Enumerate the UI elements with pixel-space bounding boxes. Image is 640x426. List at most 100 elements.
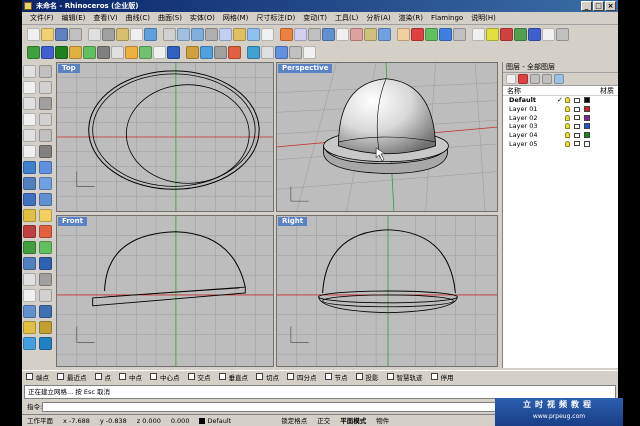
osnap-option[interactable]: 中点 bbox=[119, 372, 142, 382]
layer-color-swatch[interactable] bbox=[584, 140, 590, 147]
main-tool-icon-11[interactable] bbox=[186, 46, 199, 59]
layer-color-swatch[interactable] bbox=[584, 97, 590, 104]
standard-tool-icon-18[interactable] bbox=[294, 28, 307, 41]
left-tool-icon-6[interactable] bbox=[23, 113, 36, 126]
main-tool-icon-10[interactable] bbox=[167, 46, 180, 59]
standard-tool-icon-13[interactable] bbox=[219, 28, 232, 41]
left-tool-icon-32[interactable] bbox=[23, 321, 36, 334]
standard-tool-icon-26[interactable] bbox=[411, 28, 424, 41]
main-tool-icon-2[interactable] bbox=[55, 46, 68, 59]
viewport-title-top[interactable]: Top bbox=[58, 64, 80, 73]
standard-tool-icon-8[interactable] bbox=[144, 28, 157, 41]
main-tool-icon-5[interactable] bbox=[97, 46, 110, 59]
standard-tool-icon-1[interactable] bbox=[41, 28, 54, 41]
left-tool-icon-21[interactable] bbox=[39, 225, 52, 238]
viewport-front[interactable]: Front bbox=[56, 215, 274, 367]
main-tool-icon-3[interactable] bbox=[69, 46, 82, 59]
left-tool-icon-27[interactable] bbox=[39, 273, 52, 286]
left-tool-icon-22[interactable] bbox=[23, 241, 36, 254]
filter-icon[interactable] bbox=[554, 74, 564, 84]
left-tool-icon-35[interactable] bbox=[39, 337, 52, 350]
layer-row[interactable]: Layer 04 bbox=[503, 131, 618, 140]
standard-tool-icon-25[interactable] bbox=[397, 28, 410, 41]
osnap-checkbox[interactable] bbox=[187, 373, 195, 380]
main-tool-icon-16[interactable] bbox=[261, 46, 274, 59]
standard-tool-icon-6[interactable] bbox=[116, 28, 129, 41]
menu-item-5[interactable]: 实体(O) bbox=[186, 12, 219, 24]
standard-tool-icon-28[interactable] bbox=[439, 28, 452, 41]
menu-item-3[interactable]: 曲线(C) bbox=[122, 12, 154, 24]
layer-visibility-bulb-icon[interactable] bbox=[565, 140, 570, 147]
standard-tool-icon-11[interactable] bbox=[191, 28, 204, 41]
left-tool-icon-5[interactable] bbox=[39, 97, 52, 110]
left-tool-icon-2[interactable] bbox=[23, 81, 36, 94]
main-tool-icon-12[interactable] bbox=[200, 46, 213, 59]
layer-row[interactable]: Layer 01 bbox=[503, 105, 618, 114]
osnap-checkbox[interactable] bbox=[119, 373, 126, 380]
left-tool-icon-34[interactable] bbox=[23, 337, 36, 350]
standard-tool-icon-16[interactable] bbox=[261, 28, 274, 41]
osnap-option[interactable]: 最近点 bbox=[57, 372, 87, 382]
standard-tool-icon-29[interactable] bbox=[453, 28, 466, 41]
main-tool-icon-19[interactable] bbox=[303, 46, 316, 59]
viewport-top[interactable]: Top bbox=[56, 62, 274, 212]
main-tool-icon-1[interactable] bbox=[41, 46, 54, 59]
main-tool-icon-15[interactable] bbox=[247, 46, 260, 59]
standard-tool-icon-12[interactable] bbox=[205, 28, 218, 41]
left-tool-icon-1[interactable] bbox=[39, 65, 52, 78]
standard-tool-icon-17[interactable] bbox=[280, 28, 293, 41]
standard-tool-icon-36[interactable] bbox=[556, 28, 569, 41]
standard-tool-icon-10[interactable] bbox=[177, 28, 190, 41]
standard-tool-icon-22[interactable] bbox=[350, 28, 363, 41]
menu-item-12[interactable]: Flamingo bbox=[427, 12, 467, 24]
menu-item-11[interactable]: 渲染(R) bbox=[395, 12, 427, 24]
move-down-icon[interactable] bbox=[542, 74, 552, 84]
layer-row[interactable]: Default ✓ bbox=[503, 96, 618, 105]
left-tool-icon-4[interactable] bbox=[23, 97, 36, 110]
standard-tool-icon-34[interactable] bbox=[528, 28, 541, 41]
main-tool-icon-7[interactable] bbox=[125, 46, 138, 59]
osnap-checkbox[interactable] bbox=[324, 373, 332, 380]
minimize-button[interactable]: _ bbox=[581, 1, 592, 11]
left-tool-icon-7[interactable] bbox=[39, 113, 52, 126]
status-snap-toggle[interactable]: 锁定格点 bbox=[276, 415, 312, 426]
layer-visibility-bulb-icon[interactable] bbox=[565, 123, 570, 130]
standard-tool-icon-24[interactable] bbox=[378, 28, 391, 41]
status-ortho-toggle[interactable]: 正交 bbox=[312, 415, 335, 426]
osnap-option[interactable]: 投影 bbox=[355, 372, 379, 382]
new-layer-icon[interactable] bbox=[506, 74, 516, 84]
osnap-checkbox[interactable] bbox=[355, 373, 363, 380]
layer-row[interactable]: Layer 03 bbox=[503, 122, 618, 131]
osnap-option[interactable]: 停用 bbox=[430, 372, 454, 382]
osnap-checkbox[interactable] bbox=[430, 373, 438, 380]
standard-tool-icon-32[interactable] bbox=[500, 28, 513, 41]
osnap-option[interactable]: 交点 bbox=[187, 372, 211, 382]
menu-item-9[interactable]: 工具(L) bbox=[331, 12, 362, 24]
standard-tool-icon-19[interactable] bbox=[308, 28, 321, 41]
status-osnap-toggle[interactable]: 物件 bbox=[371, 415, 394, 426]
osnap-option[interactable]: 四分点 bbox=[287, 372, 317, 382]
layer-color-swatch[interactable] bbox=[584, 114, 590, 121]
main-tool-icon-14[interactable] bbox=[228, 46, 241, 59]
viewport-right[interactable]: Right bbox=[276, 215, 498, 367]
menu-item-4[interactable]: 曲面(S) bbox=[154, 12, 186, 24]
standard-tool-icon-23[interactable] bbox=[364, 28, 377, 41]
main-tool-icon-6[interactable] bbox=[111, 46, 124, 59]
delete-layer-icon[interactable] bbox=[518, 74, 528, 84]
left-tool-icon-3[interactable] bbox=[39, 81, 52, 94]
main-tool-icon-18[interactable] bbox=[289, 46, 302, 59]
layer-visibility-bulb-icon[interactable] bbox=[565, 114, 570, 121]
close-button[interactable]: × bbox=[605, 1, 616, 11]
left-tool-icon-13[interactable] bbox=[39, 161, 52, 174]
left-tool-icon-30[interactable] bbox=[23, 305, 36, 318]
osnap-checkbox[interactable] bbox=[287, 373, 294, 380]
left-tool-icon-12[interactable] bbox=[23, 161, 36, 174]
main-tool-icon-8[interactable] bbox=[139, 46, 152, 59]
standard-tool-icon-4[interactable] bbox=[88, 28, 101, 41]
layer-color-swatch[interactable] bbox=[584, 123, 590, 130]
move-up-icon[interactable] bbox=[530, 74, 540, 84]
standard-tool-icon-14[interactable] bbox=[233, 28, 246, 41]
status-layer[interactable]: Default bbox=[194, 415, 236, 426]
left-tool-icon-18[interactable] bbox=[23, 209, 36, 222]
main-tool-icon-9[interactable] bbox=[153, 46, 166, 59]
